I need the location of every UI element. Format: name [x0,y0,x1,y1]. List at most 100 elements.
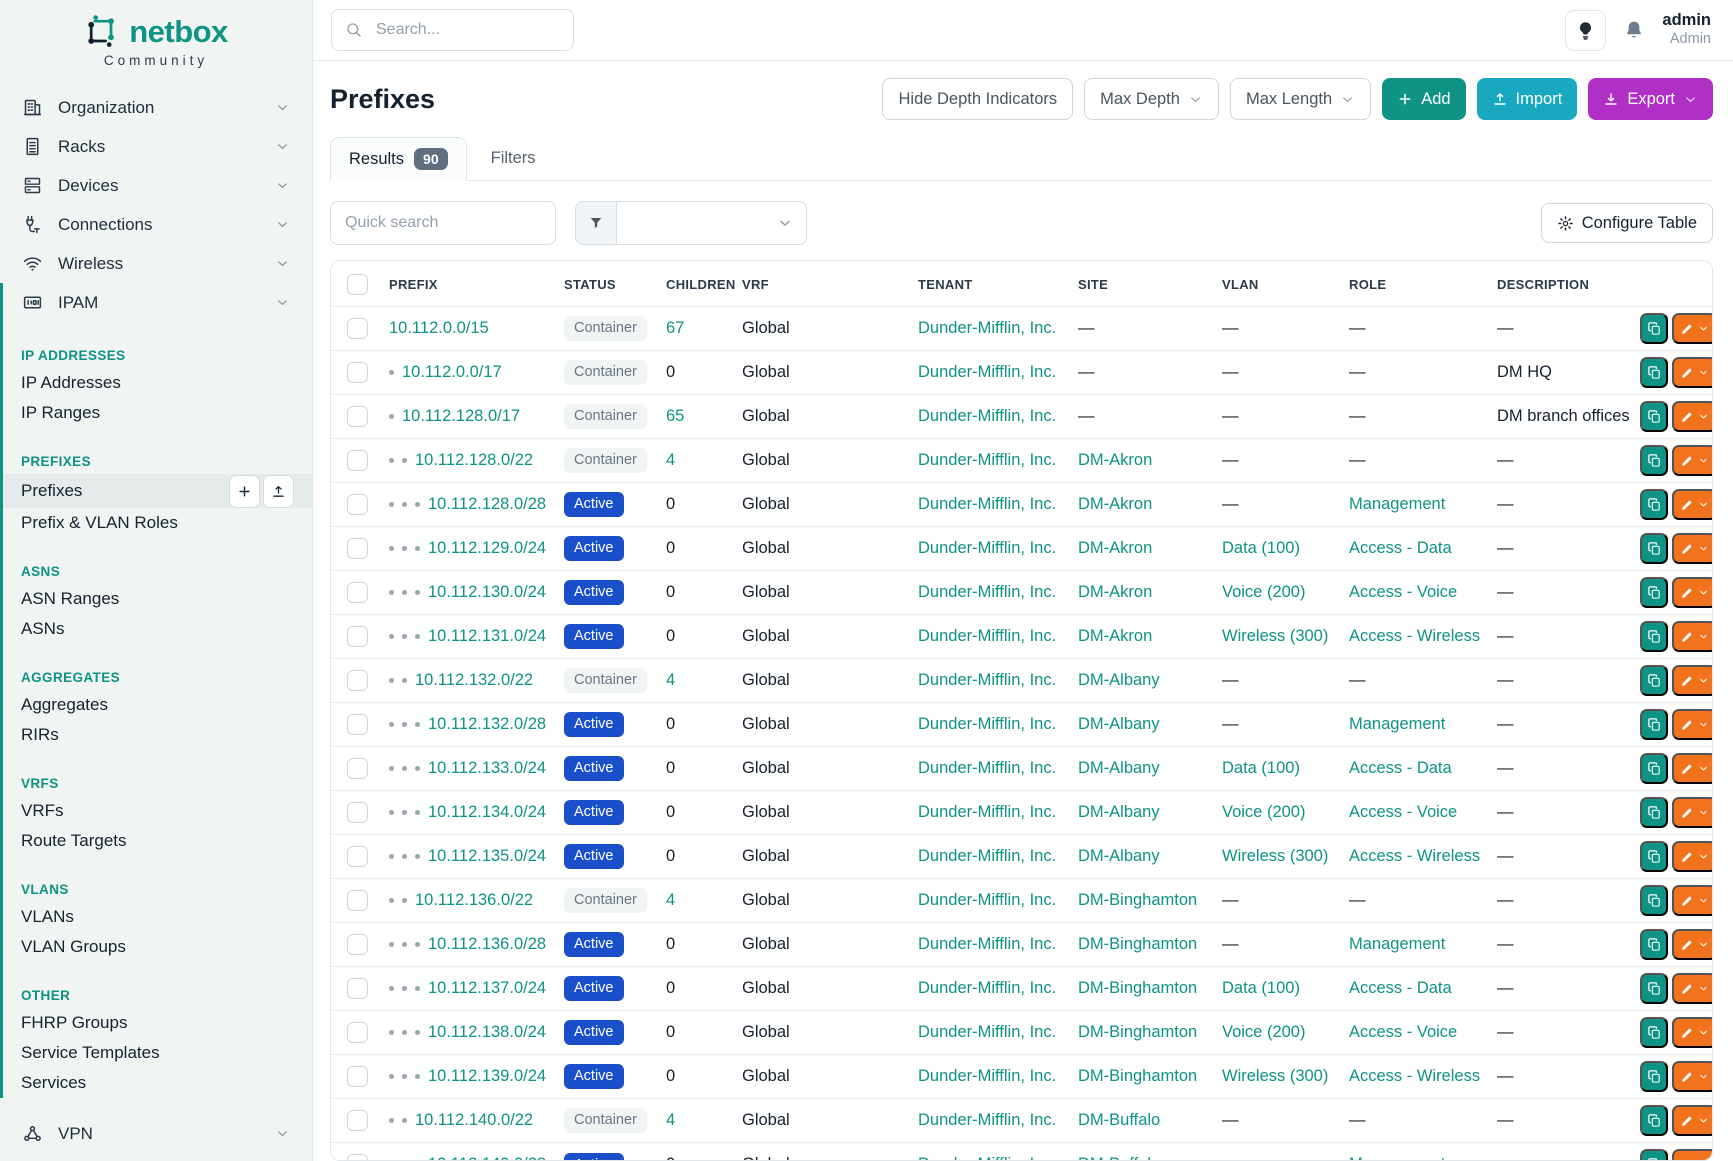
tenant-link[interactable]: Dunder-Mifflin, Inc. [918,979,1056,997]
prefix-link[interactable]: 10.112.128.0/22 [415,451,533,470]
copy-button[interactable] [1640,709,1668,740]
add-button[interactable]: Add [1382,78,1465,120]
theme-toggle-button[interactable] [1565,10,1606,51]
vlan-link[interactable]: Wireless (300) [1222,847,1328,865]
prefix-link[interactable]: 10.112.128.0/17 [402,407,520,426]
tenant-link[interactable]: Dunder-Mifflin, Inc. [918,539,1056,557]
role-link[interactable]: Access - Voice [1349,803,1457,821]
copy-button[interactable] [1640,621,1668,652]
tenant-link[interactable]: Dunder-Mifflin, Inc. [918,1155,1056,1161]
edit-dropdown-button[interactable] [1672,929,1713,960]
prefix-link[interactable]: 10.112.138.0/24 [428,1023,546,1042]
site-link[interactable]: DM-Buffalo [1078,1155,1160,1161]
vlan-link[interactable]: Data (100) [1222,979,1300,997]
tenant-link[interactable]: Dunder-Mifflin, Inc. [918,803,1056,821]
configure-table-button[interactable]: Configure Table [1541,203,1713,243]
edit-dropdown-button[interactable] [1672,357,1713,388]
row-checkbox[interactable] [347,494,368,515]
sidebar-item-wireless[interactable]: Wireless [0,244,312,283]
quick-search-input[interactable] [330,201,556,245]
prefix-link[interactable]: 10.112.128.0/28 [428,495,546,514]
sidebar-item-asn-ranges[interactable]: ASN Ranges [3,584,312,614]
role-link[interactable]: Access - Wireless [1349,847,1480,865]
copy-button[interactable] [1640,1149,1668,1161]
site-link[interactable]: DM-Binghamton [1078,1067,1197,1085]
prefix-link[interactable]: 10.112.135.0/24 [428,847,546,866]
sidebar-item-ip-ranges[interactable]: IP Ranges [3,398,312,428]
copy-button[interactable] [1640,1105,1668,1136]
edit-dropdown-button[interactable] [1672,401,1713,432]
sidebar-item-prefix-vlan-roles[interactable]: Prefix & VLAN Roles [3,508,312,538]
copy-button[interactable] [1640,973,1668,1004]
row-checkbox[interactable] [347,802,368,823]
import-button[interactable]: Import [1477,78,1578,120]
role-link[interactable]: Access - Wireless [1349,627,1480,645]
tenant-link[interactable]: Dunder-Mifflin, Inc. [918,363,1056,381]
row-checkbox[interactable] [347,318,368,339]
children-link[interactable]: 65 [666,407,684,425]
children-link[interactable]: 4 [666,1111,675,1129]
sidebar-item-route-targets[interactable]: Route Targets [3,826,312,856]
sidebar-item-vlan-groups[interactable]: VLAN Groups [3,932,312,962]
row-checkbox[interactable] [347,1066,368,1087]
site-link[interactable]: DM-Akron [1078,583,1152,601]
site-link[interactable]: DM-Akron [1078,627,1152,645]
copy-button[interactable] [1640,665,1668,696]
row-checkbox[interactable] [347,362,368,383]
prefix-link[interactable]: 10.112.140.0/22 [415,1111,533,1130]
site-link[interactable]: DM-Albany [1078,759,1160,777]
sidebar-item-asns[interactable]: ASNs [3,614,312,644]
user-menu[interactable]: admin Admin [1662,11,1711,48]
vlan-link[interactable]: Wireless (300) [1222,627,1328,645]
edit-dropdown-button[interactable] [1672,577,1713,608]
global-search[interactable] [331,9,574,51]
role-link[interactable]: Management [1349,495,1445,513]
row-checkbox[interactable] [347,714,368,735]
hide-depth-indicators-button[interactable]: Hide Depth Indicators [882,78,1073,120]
vlan-link[interactable]: Data (100) [1222,759,1300,777]
copy-button[interactable] [1640,533,1668,564]
edit-dropdown-button[interactable] [1672,797,1713,828]
tenant-link[interactable]: Dunder-Mifflin, Inc. [918,671,1056,689]
site-link[interactable]: DM-Akron [1078,539,1152,557]
children-link[interactable]: 4 [666,451,675,469]
tab-filters[interactable]: Filters [467,136,560,180]
site-link[interactable]: DM-Akron [1078,495,1152,513]
site-link[interactable]: DM-Albany [1078,847,1160,865]
edit-dropdown-button[interactable] [1672,621,1713,652]
sidebar-item-fhrp-groups[interactable]: FHRP Groups [3,1008,312,1038]
prefix-link[interactable]: 10.112.0.0/17 [402,363,502,382]
tenant-link[interactable]: Dunder-Mifflin, Inc. [918,935,1056,953]
row-checkbox[interactable] [347,538,368,559]
children-link[interactable]: 4 [666,671,675,689]
tenant-link[interactable]: Dunder-Mifflin, Inc. [918,759,1056,777]
sidebar-item-connections[interactable]: Connections [0,205,312,244]
row-checkbox[interactable] [347,846,368,867]
prefix-link[interactable]: 10.112.132.0/28 [428,715,546,734]
role-link[interactable]: Management [1349,715,1445,733]
filter-select[interactable] [617,201,807,245]
role-link[interactable]: Access - Voice [1349,583,1457,601]
sidebar-item-rirs[interactable]: RIRs [3,720,312,750]
prefix-link[interactable]: 10.112.129.0/24 [428,539,546,558]
vlan-link[interactable]: Wireless (300) [1222,1067,1328,1085]
tenant-link[interactable]: Dunder-Mifflin, Inc. [918,319,1056,337]
sidebar-add-button[interactable] [229,475,260,508]
copy-button[interactable] [1640,797,1668,828]
tenant-link[interactable]: Dunder-Mifflin, Inc. [918,1067,1056,1085]
site-link[interactable]: DM-Akron [1078,451,1152,469]
row-checkbox[interactable] [347,626,368,647]
site-link[interactable]: DM-Binghamton [1078,891,1197,909]
search-input[interactable] [374,20,560,40]
role-link[interactable]: Access - Wireless [1349,1067,1480,1085]
site-link[interactable]: DM-Binghamton [1078,979,1197,997]
vlan-link[interactable]: Voice (200) [1222,1023,1305,1041]
prefix-link[interactable]: 10.112.130.0/24 [428,583,546,602]
edit-dropdown-button[interactable] [1672,753,1713,784]
copy-button[interactable] [1640,445,1668,476]
sidebar-item-vlans[interactable]: VLANs [3,902,312,932]
prefix-link[interactable]: 10.112.136.0/28 [428,935,546,954]
copy-button[interactable] [1640,753,1668,784]
copy-button[interactable] [1640,357,1668,388]
copy-button[interactable] [1640,401,1668,432]
